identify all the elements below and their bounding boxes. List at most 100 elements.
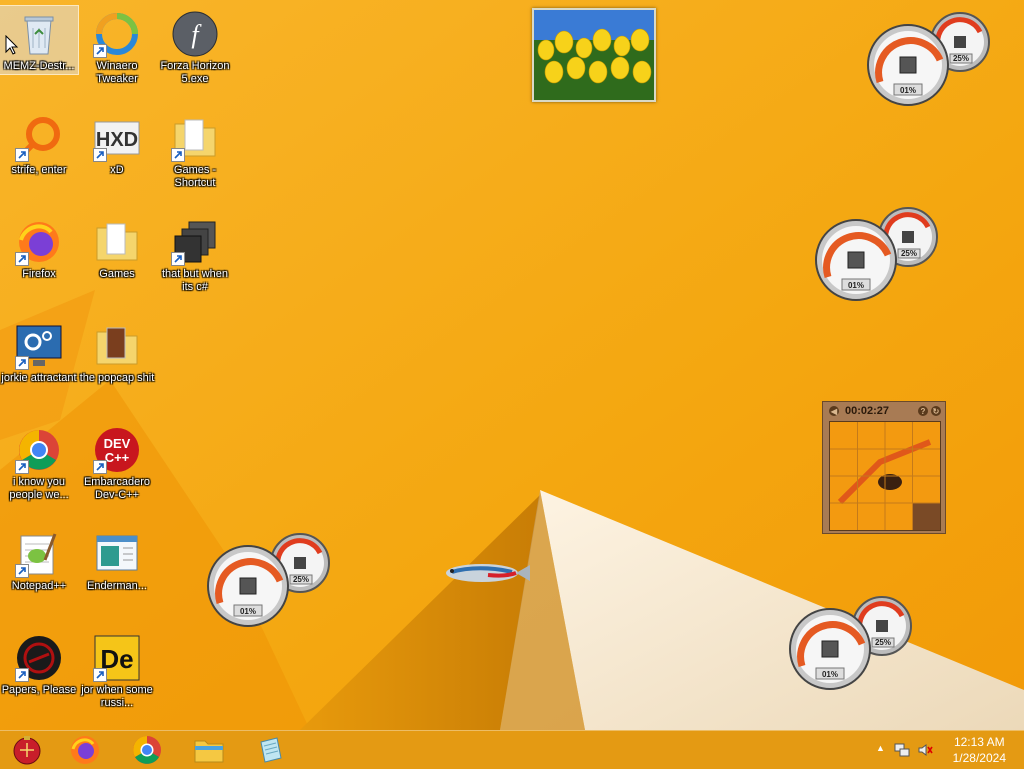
desktop-icon-label: Winaero Tweaker [96, 60, 138, 85]
memory-percent: 25% [953, 54, 969, 63]
desktop-icon-label: jorkie attractant [1, 372, 77, 384]
puzzle-timer: 00:02:27 [845, 405, 890, 417]
firefox-icon [71, 736, 99, 764]
cpu-chip-icon [239, 577, 257, 595]
folder-icon [93, 218, 141, 266]
taskbar-notepad[interactable] [247, 733, 295, 767]
devcpp-icon: DEV C++ [93, 426, 141, 474]
desktop-icon-label: Games [99, 268, 135, 280]
cpu-percent: 01% [900, 86, 916, 95]
papers-please-icon [15, 634, 63, 682]
winaero-icon [93, 10, 141, 58]
memory-percent: 25% [875, 638, 891, 647]
desktop-icon-enderman[interactable]: Enderman... [78, 526, 156, 626]
shortcut-arrow-icon [93, 668, 107, 682]
desktop-icon-chrome[interactable]: i know you people we... [0, 422, 78, 522]
desktop-icon-games-shortcut[interactable]: Games - Shortcut [156, 110, 234, 210]
desktop-icon-jor[interactable]: De jor when some russi... [78, 630, 156, 730]
shortcut-arrow-icon [15, 460, 29, 474]
shortcut-arrow-icon [15, 668, 29, 682]
reset-icon[interactable]: ↻ [931, 406, 941, 416]
desktop-icon-label: Notepad++ [11, 580, 67, 592]
chrome-icon [133, 736, 161, 764]
cpu-percent: 01% [240, 607, 256, 616]
svg-text:DEV: DEV [104, 436, 131, 451]
desktop-icon-popcap[interactable]: the popcap shit [78, 318, 156, 418]
desktop-icon-label: the popcap shit [79, 372, 155, 384]
puzzle-header: ◀ 00:02:27 ? ↻ [823, 402, 945, 420]
memory-percent: 25% [901, 249, 917, 258]
de-logo-icon: De [93, 634, 141, 682]
desktop-icon-forza[interactable]: f Forza Horizon 5.exe [156, 6, 234, 106]
tulips-photo [534, 10, 654, 100]
firefox-icon [15, 218, 63, 266]
back-arrow-icon[interactable]: ◀ [829, 406, 839, 416]
start-button[interactable] [3, 733, 51, 767]
picture-puzzle-gadget[interactable]: ◀ 00:02:27 ? ↻ [822, 401, 946, 534]
show-hidden-icons-icon[interactable]: ▲ [876, 743, 885, 753]
notepad-icon [260, 737, 282, 763]
mouse-cursor-icon [5, 35, 19, 55]
help-icon[interactable]: ? [918, 406, 928, 416]
window-app-icon [93, 530, 141, 578]
desktop-icon-csharp[interactable]: that but when its c# [156, 214, 234, 314]
desktop-icon-label: Papers, Please [1, 684, 77, 696]
cpu-meter-gadget[interactable]: 25% 01% [867, 12, 993, 107]
folder-icon [171, 114, 219, 162]
memory-percent: 25% [293, 575, 309, 584]
cpu-chip-icon [899, 56, 917, 74]
memory-chip-icon [902, 231, 914, 243]
magnifier-icon [15, 114, 63, 162]
memory-chip-icon [876, 620, 888, 632]
shortcut-arrow-icon [93, 44, 107, 58]
desktop-icon-xd[interactable]: HXD xD [78, 110, 156, 210]
notepadpp-icon [15, 530, 63, 578]
taskbar-firefox[interactable] [61, 733, 109, 767]
hxd-icon: HXD [93, 114, 141, 162]
cpu-meter-gadget[interactable]: 25% 01% [815, 207, 941, 302]
taskbar: ▲ 12:13 AM 1/28/2024 [0, 730, 1024, 769]
shortcut-arrow-icon [15, 564, 29, 578]
desktop-icon-jorkie[interactable]: jorkie attractant [0, 318, 78, 418]
svg-text:C++: C++ [105, 450, 130, 465]
clock-date: 1/28/2024 [952, 751, 1006, 765]
start-orb-icon [13, 736, 41, 765]
desktop-icon-label: strife, enter [11, 164, 67, 176]
shortcut-arrow-icon [15, 356, 29, 370]
settings-monitor-icon [15, 322, 63, 370]
memory-chip-icon [954, 36, 966, 48]
flash-icon: f [171, 10, 219, 58]
desktop-icon-firefox[interactable]: Firefox [0, 214, 78, 314]
taskbar-file-explorer[interactable] [185, 733, 233, 767]
desktop-icon-strife[interactable]: strife, enter [0, 110, 78, 210]
volume-muted-icon[interactable] [917, 742, 933, 758]
taskbar-clock[interactable]: 12:13 AM 1/28/2024 [953, 734, 1006, 766]
cpu-chip-icon [847, 251, 865, 269]
cpu-meter-gadget[interactable]: 25% 01% [789, 596, 915, 691]
desktop-icon-notepadpp[interactable]: Notepad++ [0, 526, 78, 626]
desktop-icon-label: Forza Horizon 5.exe [160, 60, 230, 85]
puzzle-board[interactable] [829, 421, 941, 531]
cpu-percent: 01% [822, 670, 838, 679]
cpu-meter-gadget[interactable]: 25% 01% [207, 533, 333, 628]
shortcut-arrow-icon [93, 460, 107, 474]
desktop-icon-label: Embarcadero Dev-C++ [83, 476, 151, 501]
clock-time: 12:13 AM [953, 735, 1005, 749]
network-icon[interactable] [894, 742, 910, 758]
desktop-icon-label: MEMZ-Destr... [3, 60, 75, 72]
desktop-icon-papers-please[interactable]: Papers, Please [0, 630, 78, 730]
slideshow-gadget[interactable] [532, 8, 656, 102]
recycle-bin-icon [15, 10, 63, 58]
shortcut-arrow-icon [171, 252, 185, 266]
file-explorer-icon [194, 740, 224, 763]
aquarium-fish [446, 564, 530, 582]
taskbar-chrome[interactable] [123, 733, 171, 767]
shortcut-arrow-icon [171, 148, 185, 162]
system-tray: ▲ 12:13 AM 1/28/2024 [864, 731, 1024, 769]
desktop-icon-label: xD [110, 164, 124, 176]
cpu-chip-icon [821, 640, 839, 658]
desktop-icon-label: jor when some russi... [81, 684, 153, 709]
desktop-icon-games[interactable]: Games [78, 214, 156, 314]
desktop-icon-devcpp[interactable]: DEV C++ Embarcadero Dev-C++ [78, 422, 156, 522]
desktop-icon-winaero[interactable]: Winaero Tweaker [78, 6, 156, 106]
